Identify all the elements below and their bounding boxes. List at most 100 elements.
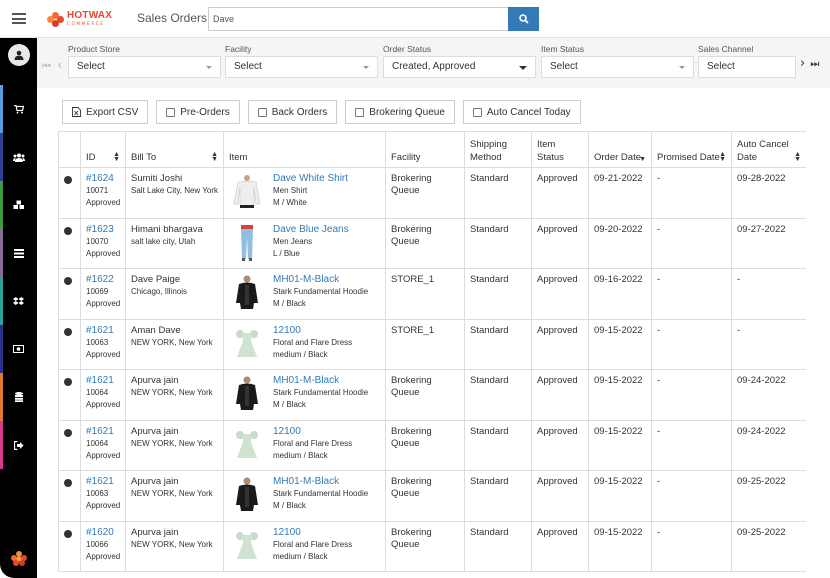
sidebar-item-payments[interactable] <box>0 325 37 373</box>
col-header-bill-to[interactable]: Bill To ▲ ▼ <box>125 131 224 168</box>
sort-icon[interactable]: ▲ ▼ <box>211 151 218 163</box>
table-row[interactable]: #1624 10071 Approved Sumiti Joshi Salt L… <box>58 167 806 219</box>
hoodie-image <box>236 275 258 309</box>
customer-address: NEW YORK, New York <box>131 489 213 498</box>
order-id-link[interactable]: #1620 <box>86 527 114 538</box>
globe-icon[interactable] <box>64 327 72 336</box>
product-link[interactable]: Dave Blue Jeans <box>273 224 349 236</box>
brokering-queue-toggle[interactable]: Brokering Queue <box>345 100 455 124</box>
globe-icon[interactable] <box>64 226 72 235</box>
order-id-link[interactable]: #1621 <box>86 375 114 386</box>
header-label: Auto Cancel Date <box>737 139 789 163</box>
globe-cell <box>58 470 81 522</box>
sidebar-item-products[interactable] <box>0 181 37 229</box>
checkbox[interactable] <box>472 107 482 117</box>
table-row[interactable]: #1621 10064 Approved Apurva jain NEW YOR… <box>58 419 806 471</box>
col-header-id[interactable]: ID ▲ ▼ <box>80 131 126 168</box>
order-status: Approved <box>86 501 121 510</box>
back-orders-toggle[interactable]: Back Orders <box>247 100 338 124</box>
sidebar-item-customers[interactable] <box>0 133 37 181</box>
order-id-link[interactable]: #1621 <box>86 325 114 336</box>
product-thumbnail[interactable] <box>229 476 265 514</box>
product-link[interactable]: MH01-M-Black <box>273 476 368 488</box>
dress-image <box>236 531 258 559</box>
sidebar-item-orders[interactable] <box>0 85 37 133</box>
hotwax-logo[interactable]: HOTWAX COMMERCE <box>47 11 112 29</box>
product-link[interactable]: MH01-M-Black <box>273 274 368 286</box>
table-row[interactable]: #1622 10069 Approved Dave Paige Chicago,… <box>58 268 806 320</box>
product-thumbnail[interactable] <box>229 375 265 413</box>
user-avatar[interactable] <box>8 44 30 66</box>
menu-icon[interactable] <box>12 13 26 24</box>
last-page-button[interactable]: ⏭ <box>810 59 819 70</box>
order-id-link[interactable]: #1621 <box>86 426 114 437</box>
product-link[interactable]: 12100 <box>273 426 352 438</box>
product-link[interactable]: 12100 <box>273 325 352 337</box>
sort-icon[interactable]: ▲ ▼ <box>113 151 120 163</box>
globe-icon[interactable] <box>64 176 72 184</box>
product-thumbnail[interactable] <box>229 325 265 363</box>
order-status-select[interactable]: Created, Approved <box>383 56 536 78</box>
checkbox[interactable] <box>166 107 176 117</box>
globe-icon[interactable] <box>64 529 72 538</box>
table-row[interactable]: #1623 10070 Approved Himani bhargava sal… <box>58 217 806 269</box>
col-header-facility: Facility <box>385 131 465 168</box>
globe-icon[interactable] <box>64 378 72 386</box>
order-id-link[interactable]: #1623 <box>86 224 114 235</box>
globe-icon[interactable] <box>64 479 72 487</box>
product-store-select[interactable]: Select <box>68 56 221 78</box>
product-link[interactable]: Dave White Shirt <box>273 173 348 185</box>
table-row[interactable]: #1621 10063 Approved Apurva jain NEW YOR… <box>58 470 806 522</box>
sort-icon[interactable]: ▲ ▼ <box>719 151 726 163</box>
promised-date-cell: - <box>651 419 732 471</box>
auto-cancel-today-toggle[interactable]: Auto Cancel Today <box>462 100 581 124</box>
checkbox[interactable] <box>257 107 267 117</box>
external-id: 10069 <box>86 287 109 296</box>
globe-icon[interactable] <box>64 277 72 285</box>
checkbox[interactable] <box>355 107 365 117</box>
facility-select[interactable]: Select <box>225 56 378 78</box>
sales-channel-select[interactable]: Select <box>698 56 796 78</box>
item-status-cell: Approved <box>531 470 589 522</box>
col-header-promised-date[interactable]: Promised Date ▲ ▼ <box>651 131 732 168</box>
table-row[interactable]: #1621 10064 Approved Apurva jain NEW YOR… <box>58 369 806 421</box>
sidebar-item-data[interactable] <box>0 373 37 421</box>
globe-icon[interactable] <box>64 428 72 437</box>
product-thumbnail[interactable] <box>229 527 265 565</box>
search-input[interactable] <box>208 7 508 31</box>
product-link[interactable]: 12100 <box>273 527 352 539</box>
col-header-auto-cancel-date[interactable]: Auto Cancel Date ▲ ▼ <box>731 131 806 168</box>
product-thumbnail[interactable] <box>229 173 265 211</box>
product-variant: M / Black <box>273 501 306 510</box>
sidebar-item-fulfillment[interactable] <box>0 277 37 325</box>
col-header-order-date[interactable]: Order Date ▼ <box>588 131 652 168</box>
table-row[interactable]: #1620 10066 Approved Apurva jain NEW YOR… <box>58 520 806 572</box>
sidebar-stripe <box>0 277 3 325</box>
prev-page-button[interactable]: ‹ <box>57 58 62 73</box>
item-status-cell: Approved <box>531 318 589 370</box>
search-button[interactable] <box>508 7 539 31</box>
product-thumbnail[interactable] <box>229 224 265 262</box>
sort-desc-icon[interactable]: ▼ <box>639 156 646 163</box>
product-thumbnail[interactable] <box>229 426 265 464</box>
auto-cancel-date-cell: 09-24-2022 <box>731 369 806 421</box>
table-row[interactable]: #1621 10063 Approved Aman Dave NEW YORK,… <box>58 318 806 370</box>
promised-date-cell: - <box>651 369 732 421</box>
order-status: Approved <box>86 551 121 561</box>
order-id-link[interactable]: #1622 <box>86 274 114 285</box>
export-csv-button[interactable]: Export CSV <box>62 100 149 124</box>
pre-orders-toggle[interactable]: Pre-Orders <box>156 100 240 124</box>
header-label: Item Status <box>537 139 564 163</box>
next-page-button[interactable]: › <box>800 56 805 71</box>
order-id-link[interactable]: #1621 <box>86 476 114 487</box>
sidebar-item-logout[interactable] <box>0 421 37 469</box>
sort-icon[interactable]: ▲ ▼ <box>794 151 801 163</box>
first-page-button[interactable]: ⏮ <box>42 61 51 72</box>
product-link[interactable]: MH01-M-Black <box>273 375 368 387</box>
item-status-select[interactable]: Select <box>541 56 694 78</box>
order-id-link[interactable]: #1624 <box>86 173 114 184</box>
sidebar-item-catalog[interactable] <box>0 229 37 277</box>
globe-cell <box>58 217 81 269</box>
product-thumbnail[interactable] <box>229 274 265 312</box>
product-variant: M / Black <box>273 400 306 409</box>
